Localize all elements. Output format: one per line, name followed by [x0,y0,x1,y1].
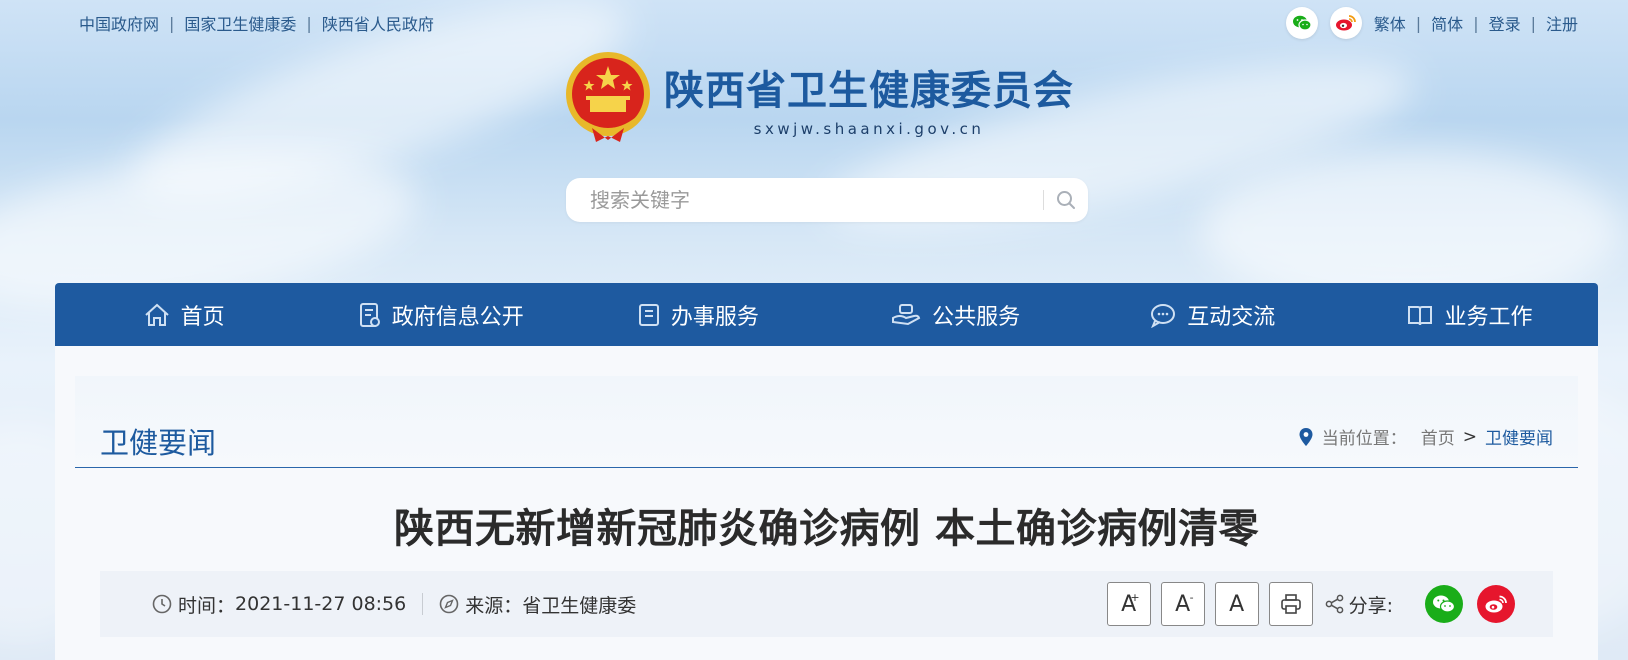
link-shaanxi-gov[interactable]: 陕西省人民政府 [322,11,434,35]
separator: | [306,13,312,33]
search-button[interactable] [1044,178,1088,222]
separator: | [1415,13,1422,33]
separator: | [169,13,175,33]
compass-icon [439,594,459,614]
wechat-icon[interactable] [1285,7,1318,39]
separator: | [1530,13,1536,33]
source-label: 来源： [465,594,523,617]
nav-interaction[interactable]: 互动交流 [1084,283,1341,346]
font-default-label: A [1229,591,1245,617]
search-input[interactable] [566,178,1043,222]
nav-gov-info[interactable]: 政府信息公开 [312,283,569,346]
minus-mark: - [1189,591,1194,604]
open-book-icon [1408,305,1433,325]
article-source: 来源： 省卫生健康委 [439,591,636,618]
hand-service-icon [892,303,921,325]
font-decrease-button[interactable]: A - [1160,582,1205,626]
share-icon [1325,594,1343,614]
service-book-icon [638,303,659,326]
source-value: 省卫生健康委 [522,594,637,617]
nav-public-services[interactable]: 公共服务 [827,283,1084,346]
main-nav: 首页 政府信息公开 办事服务 公共服务 互动交流 业务工作 [55,283,1598,346]
article-tools: A + A - A 分享: [1106,582,1515,626]
link-gov-cn[interactable]: 中国政府网 [79,11,159,35]
share-label: 分享: [1325,591,1393,618]
separator: | [1473,13,1479,33]
search-box [566,178,1088,222]
wechat-icon [1433,595,1456,613]
home-icon [144,303,169,326]
location-pin-icon [1299,427,1313,446]
print-button[interactable] [1268,582,1313,626]
section-header: 卫健要闻 当前位置： 首页 > 卫健要闻 [75,376,1578,468]
share-text: 分享: [1348,594,1393,617]
link-simplified[interactable]: 简体 [1431,11,1463,35]
nav-label: 互动交流 [1187,304,1276,330]
document-icon [359,302,380,327]
breadcrumb: 当前位置： 首页 > 卫健要闻 [1298,424,1553,449]
clock-icon [152,594,172,614]
chat-bubble-icon [1151,303,1176,328]
link-register[interactable]: 注册 [1546,11,1578,35]
top-bar: 中国政府网 | 国家卫生健康委 | 陕西省人民政府 繁体 | 简体 | 登录 |… [79,7,1578,39]
share-weibo-button[interactable] [1477,585,1515,623]
share-wechat-button[interactable] [1425,585,1463,623]
content-panel: 卫健要闻 当前位置： 首页 > 卫健要闻 陕西无新增新冠肺炎确诊病例 本土确诊病… [55,346,1598,660]
weibo-icon [1485,595,1507,613]
crumb-home[interactable]: 首页 [1421,424,1455,449]
link-traditional[interactable]: 繁体 [1374,11,1406,35]
site-title: 陕西省卫生健康委员会 [664,67,1074,114]
nav-label: 政府信息公开 [391,304,524,330]
time-label: 时间： [178,594,236,617]
site-logo[interactable]: 陕西省卫生健康委员会 sxwjw.shaanxi.gov.cn [562,50,1074,146]
nav-business[interactable]: 业务工作 [1341,283,1598,346]
search-icon [1057,191,1075,209]
link-nhc[interactable]: 国家卫生健康委 [184,11,296,35]
nav-services[interactable]: 办事服务 [569,283,826,346]
nav-label: 办事服务 [670,304,759,330]
location-label: 当前位置： [1321,429,1407,449]
nav-label: 首页 [180,304,225,330]
print-icon [1280,594,1301,614]
nav-home[interactable]: 首页 [55,283,312,346]
top-right: 繁体 | 简体 | 登录 | 注册 [1285,7,1578,39]
divider [422,593,424,615]
article-title: 陕西无新增新冠肺炎确诊病例 本土确诊病例清零 [394,506,1259,552]
article-meta: 时间： 2021-11-27 08:56 来源： 省卫生健康委 A + A - … [100,571,1553,637]
crumb-current[interactable]: 卫健要闻 [1485,424,1553,449]
top-links: 中国政府网 | 国家卫生健康委 | 陕西省人民政府 [79,11,434,35]
link-login[interactable]: 登录 [1489,11,1521,35]
crumb-separator: > [1462,426,1477,447]
national-emblem-icon [566,52,650,142]
plus-mark: + [1130,591,1140,604]
nav-label: 公共服务 [932,304,1021,330]
publish-time: 时间： 2021-11-27 08:56 [152,591,406,618]
font-default-button[interactable]: A [1214,582,1259,626]
weibo-icon[interactable] [1329,7,1362,39]
font-increase-button[interactable]: A + [1106,582,1151,626]
section-title: 卫健要闻 [100,426,217,460]
font-small-label: A [1175,591,1191,617]
time-value: 2021-11-27 08:56 [235,593,407,615]
nav-label: 业务工作 [1444,304,1533,330]
site-domain: sxwjw.shaanxi.gov.cn [753,120,985,138]
